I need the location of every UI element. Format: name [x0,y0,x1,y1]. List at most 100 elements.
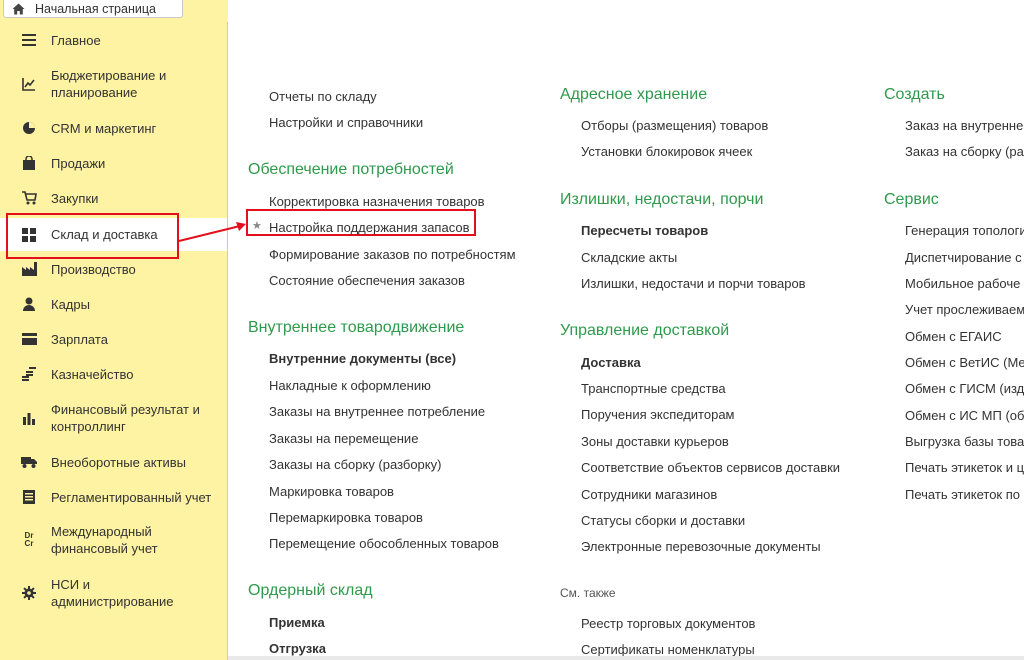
sidebar-item-label: Финансовый результат и контроллинг [51,402,200,434]
section-title: Ордерный склад [248,582,373,599]
link-item[interactable]: Перемаркировка товаров [269,510,423,525]
bottom-scroll-strip [228,656,1024,660]
section-title: Обеспечение потребностей [248,161,454,178]
home-tab-label: Начальная страница [35,1,156,16]
bars-icon [20,409,38,427]
link-settings-references[interactable]: Настройки и справочники [269,115,423,130]
link-item[interactable]: Складские акты [581,250,677,265]
link-item[interactable]: Сертификаты номенклатуры [581,642,755,657]
home-tab[interactable]: Начальная страница [3,0,183,18]
sidebar-item-production[interactable]: Производство [0,255,227,283]
link-item[interactable]: Учет прослеживаем [905,302,1024,317]
sidebar-item-label: Кадры [51,296,90,312]
sidebar-item-label: Внеоборотные активы [51,454,187,470]
link-item[interactable]: Приемка [269,615,325,630]
gear-icon [20,584,38,602]
link-item[interactable]: Электронные перевозочные документы [581,539,821,554]
link-item[interactable]: Излишки, недостачи и порчи товаров [581,276,806,291]
link-item[interactable]: Установки блокировок ячеек [581,144,752,159]
coins-icon [20,365,38,383]
sidebar-item-sales[interactable]: Продажи [0,149,227,177]
link-item[interactable]: Сотрудники магазинов [581,487,717,502]
sidebar-item-label: Закупки [51,190,99,206]
section-title: Управление доставкой [560,322,730,339]
link-item[interactable]: Зоны доставки курьеров [581,434,729,449]
link-item[interactable]: Транспортные средства [581,381,726,396]
sidebar-item-label: CRM и маркетинг [51,120,157,136]
link-warehouse-reports[interactable]: Отчеты по складу [269,89,377,104]
sidebar-item-label: Регламентированный учет [51,489,212,505]
sidebar-item-label: Главное [51,32,101,48]
link-item[interactable]: Обмен с ЕГАИС [905,329,1002,344]
link-item[interactable]: Заказы на внутреннее потребление [269,404,485,419]
sidebar-item-admin[interactable]: НСИ и администрирование [0,571,227,615]
sidebar-item-treasury[interactable]: Казначейство [0,360,227,388]
sidebar-item-label: Продажи [51,155,106,171]
sidebar-item-hr[interactable]: Кадры [0,290,227,318]
sidebar-item-ifrs[interactable]: Dr Cr Международный финансовый учет [0,518,227,562]
sidebar-item-financial-result[interactable]: Финансовый результат и контроллинг [0,396,227,440]
truck-icon [20,453,38,471]
section-title: Адресное хранение [560,86,708,103]
link-item[interactable]: Перемещение обособленных товаров [269,536,499,551]
link-item[interactable]: Внутренние документы (все) [269,351,456,366]
link-item[interactable]: Реестр торговых документов [581,616,755,631]
link-item[interactable]: Генерация топологи [905,223,1024,238]
tab-bar: Начальная страница [0,0,228,22]
link-item[interactable]: Отборы (размещения) товаров [581,118,768,133]
link-item[interactable]: Накладные к оформлению [269,378,431,393]
link-item[interactable]: Обмен с ВетИС (Ме [905,355,1024,370]
link-item[interactable]: Заказ на внутренне [905,118,1023,133]
sidebar-item-label: Казначейство [51,366,134,382]
sidebar-item-label: Зарплата [51,331,108,347]
sidebar-item-crm[interactable]: CRM и маркетинг [0,114,227,142]
link-item[interactable]: Печать этикеток по [905,487,1020,502]
sidebar-item-salary[interactable]: Зарплата [0,325,227,353]
star-icon[interactable]: ★ [252,219,262,232]
factory-icon [20,260,38,278]
link-item[interactable]: Состояние обеспечения заказов [269,273,465,288]
link-item[interactable]: Маркировка товаров [269,484,394,499]
link-item[interactable]: Обмен с ИС МП (об [905,408,1024,423]
ledger-icon [20,488,38,506]
home-icon [12,3,25,14]
link-stock-maintenance-settings[interactable]: Настройка поддержания запасов [269,220,469,235]
link-item[interactable]: Формирование заказов по потребностям [269,247,516,262]
sidebar-item-fixed-assets[interactable]: Внеоборотные активы [0,448,227,476]
link-item[interactable]: Обмен с ГИСМ (изд [905,381,1024,396]
wallet-icon [20,330,38,348]
sidebar-item-budgeting[interactable]: Бюджетирование и планирование [0,62,227,106]
section-title: Внутреннее товародвижение [248,319,465,336]
link-item[interactable]: Заказ на сборку (ра [905,144,1024,159]
column-3-clip: Создать Заказ на внутренне Заказ на сбор… [880,80,1024,510]
link-item[interactable]: Заказы на перемещение [269,431,418,446]
link-item[interactable]: Корректировка назначения товаров [269,194,485,209]
sidebar-item-purchases[interactable]: Закупки [0,184,227,212]
cart-icon [20,189,38,207]
sidebar-item-regulated-accounting[interactable]: Регламентированный учет [0,483,227,511]
person-icon [20,295,38,313]
sidebar-item-label: Производство [51,261,136,277]
section-title: Создать [884,86,945,103]
link-item[interactable]: Мобильное рабоче [905,276,1020,291]
link-item[interactable]: Статусы сборки и доставки [581,513,745,528]
link-item[interactable]: Соответствие объектов сервисов доставки [581,460,840,475]
link-item[interactable]: Доставка [581,355,641,370]
section-title: Сервис [884,191,939,208]
pie-icon [20,119,38,137]
link-item[interactable]: Заказы на сборку (разборку) [269,457,441,472]
sidebar-item-label: НСИ и администрирование [51,577,174,609]
section-title: Излишки, недостачи, порчи [560,191,764,208]
drcr-icon: Dr Cr [24,531,34,548]
hamburger-icon [20,31,38,49]
link-item[interactable]: Отгрузка [269,641,326,656]
see-also-title: См. также [560,586,616,600]
sidebar-item-main[interactable]: Главное [0,26,227,54]
sidebar-item-label: Международный финансовый учет [51,524,158,556]
link-item[interactable]: Диспетчирование с [905,250,1022,265]
link-item[interactable]: Поручения экспедиторам [581,407,735,422]
link-item[interactable]: Выгрузка базы това [905,434,1024,449]
link-item[interactable]: Пересчеты товаров [581,223,708,238]
highlight-box-sidebar [6,213,179,259]
link-item[interactable]: Печать этикеток и ц [905,460,1024,475]
